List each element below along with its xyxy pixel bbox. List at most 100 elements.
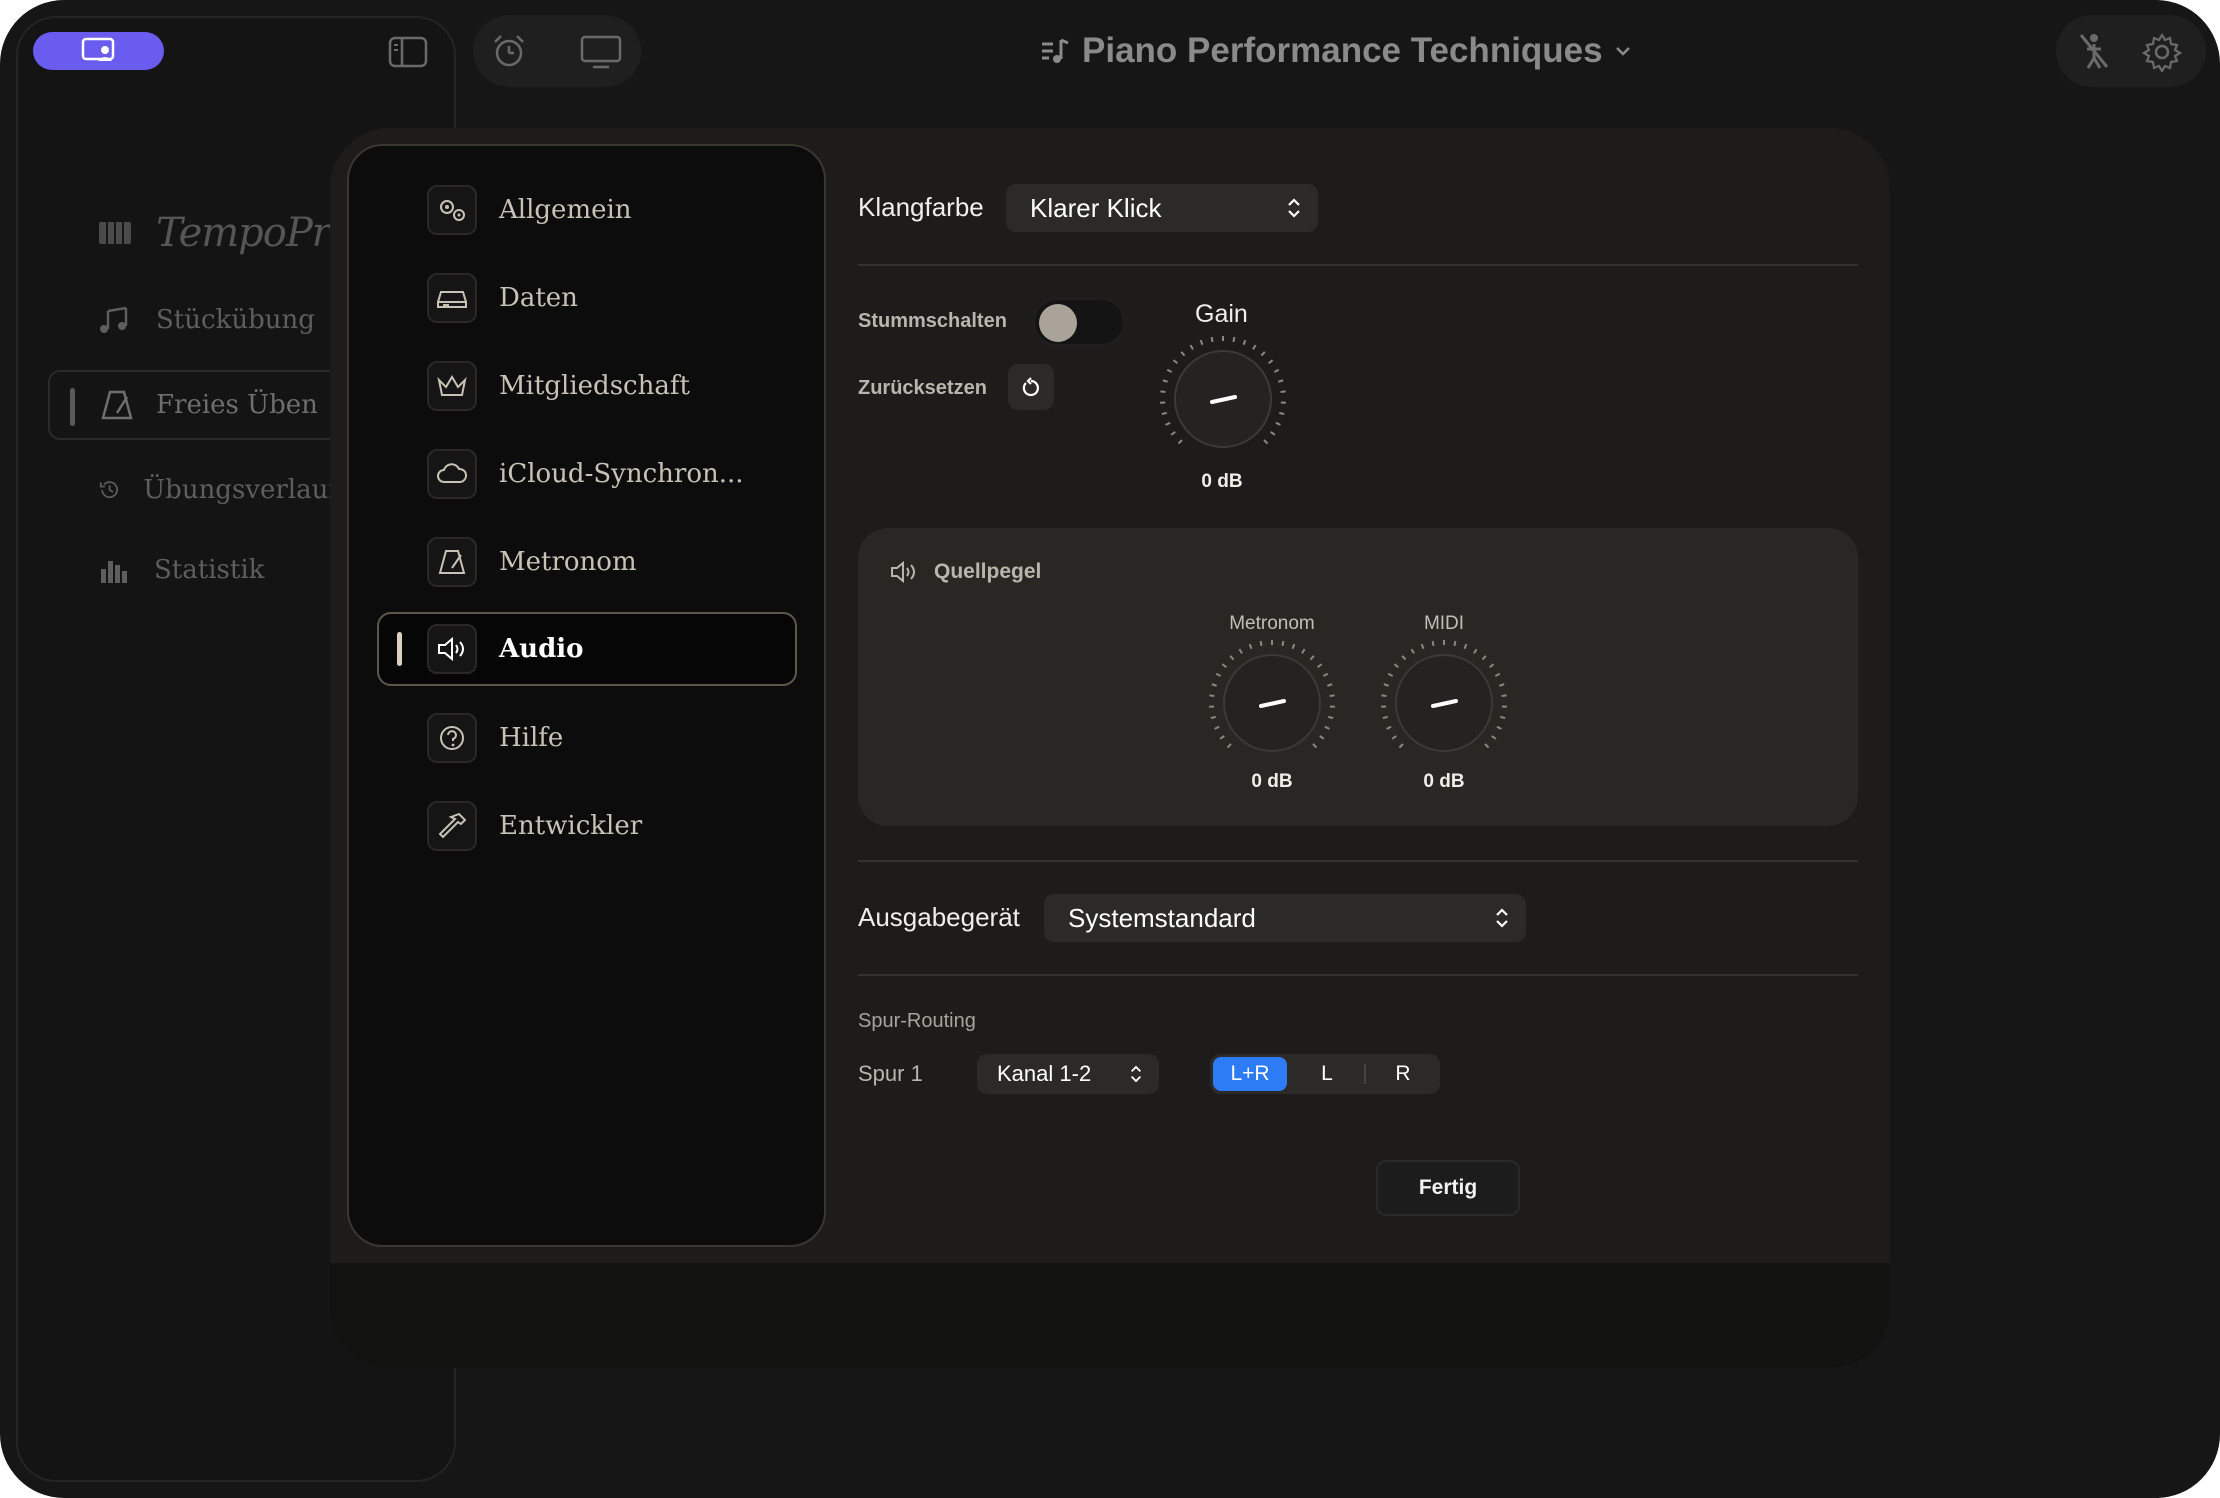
output-device-label: Ausgabegerät xyxy=(858,902,1020,932)
figure-slash-icon xyxy=(2079,34,2109,69)
divider xyxy=(858,860,1858,862)
gears-icon xyxy=(427,185,477,235)
metronome-level-value: 0 dB xyxy=(1251,771,1293,792)
midi-level-value: 0 dB xyxy=(1423,771,1465,792)
active-indicator xyxy=(70,388,75,426)
channel-select[interactable]: Kanal 1-2 xyxy=(977,1054,1159,1094)
divider xyxy=(858,264,1858,266)
active-indicator xyxy=(397,632,402,666)
bar-chart-icon xyxy=(101,561,127,583)
focus-mode-button[interactable] xyxy=(2074,30,2114,72)
profile-display-button[interactable] xyxy=(33,32,164,70)
music-notes-icon xyxy=(100,306,128,333)
midi-level-label: MIDI xyxy=(1423,613,1465,634)
nav-item-label: Audio xyxy=(499,634,584,664)
nav-item-label: Allgemein xyxy=(499,195,632,225)
sidebar-item-label: Stückübung xyxy=(156,305,315,335)
app-window: Piano Performance Techniques TempoPro St… xyxy=(0,0,2220,1498)
alarm-button[interactable] xyxy=(488,30,530,72)
segment-separator xyxy=(1364,1064,1366,1084)
sidebar-item-label: Übungsverlauf xyxy=(143,475,338,505)
nav-item-label: Hilfe xyxy=(499,723,564,753)
nav-item-help[interactable]: Hilfe xyxy=(379,702,795,774)
chevron-updown-icon xyxy=(1130,1065,1142,1083)
reset-label: Zurücksetzen xyxy=(858,377,987,399)
mute-label: Stummschalten xyxy=(858,310,1007,332)
gain-value: 0 dB xyxy=(1201,471,1243,492)
nav-item-label: Metronom xyxy=(499,547,637,577)
nav-item-general[interactable]: Allgemein xyxy=(379,174,795,246)
sidebar-icon xyxy=(388,36,428,68)
knob-dial-icon xyxy=(1209,640,1335,752)
routing-option-l[interactable]: L xyxy=(1292,1057,1362,1091)
page-title: Piano Performance Techniques xyxy=(1082,31,1603,70)
nav-item-icloud[interactable]: iCloud-Synchron... xyxy=(379,438,795,510)
nav-item-audio[interactable]: Audio xyxy=(377,612,797,686)
drive-icon xyxy=(427,273,477,323)
metronome-level-label: Metronom xyxy=(1229,613,1315,634)
speaker-icon xyxy=(427,624,477,674)
track-label: Spur 1 xyxy=(858,1061,923,1086)
reset-icon xyxy=(1022,377,1039,397)
modal-footer xyxy=(330,1263,1890,1368)
gain-knob[interactable] xyxy=(1158,334,1288,464)
source-levels-title: Quellpegel xyxy=(934,560,1042,583)
output-device-value: Systemstandard xyxy=(1068,902,1256,933)
timbre-value: Klarer Klick xyxy=(1030,192,1162,223)
timbre-label: Klangfarbe xyxy=(858,192,984,222)
sidebar-item-free-practice[interactable]: Freies Üben xyxy=(48,370,338,440)
chevron-updown-icon xyxy=(1288,198,1300,218)
crown-icon xyxy=(427,361,477,411)
metronome-level-knob[interactable] xyxy=(1207,638,1337,768)
gear-icon xyxy=(2142,32,2182,72)
sidebar-item-statistics[interactable]: Statistik xyxy=(48,535,338,605)
speaker-icon xyxy=(891,561,915,583)
output-device-select[interactable]: Systemstandard xyxy=(1044,894,1526,942)
routing-option-r[interactable]: R xyxy=(1368,1057,1438,1091)
nav-item-label: Mitgliedschaft xyxy=(499,371,690,401)
display-user-icon xyxy=(81,37,114,61)
mute-toggle[interactable] xyxy=(1033,298,1125,346)
settings-nav: Allgemein Daten Mitgliedschaft iCloud-Sy… xyxy=(347,144,826,1247)
timbre-select[interactable]: Klarer Klick xyxy=(1006,184,1318,232)
sidebar-toggle-button[interactable] xyxy=(386,34,430,70)
done-button[interactable]: Fertig xyxy=(1376,1160,1520,1216)
gain-label: Gain xyxy=(1195,300,1248,328)
toggle-knob xyxy=(1039,304,1077,342)
midi-level-knob[interactable] xyxy=(1379,638,1509,768)
knob-dial-icon xyxy=(1160,336,1286,448)
knob-dial-icon xyxy=(1381,640,1507,752)
piano-keys-icon xyxy=(99,222,131,244)
divider xyxy=(858,974,1858,976)
nav-item-developer[interactable]: Entwickler xyxy=(379,790,795,862)
metronome-icon xyxy=(427,537,477,587)
reset-button[interactable] xyxy=(1008,364,1054,410)
chevron-down-icon xyxy=(1615,47,1630,56)
routing-option-lr[interactable]: L+R xyxy=(1213,1057,1287,1091)
metronome-icon xyxy=(101,390,133,420)
help-icon xyxy=(427,713,477,763)
source-levels-header: Quellpegel xyxy=(890,560,1041,584)
sidebar-item-history[interactable]: Übungsverlauf xyxy=(48,455,338,525)
music-list-icon xyxy=(1042,38,1069,63)
monitor-icon xyxy=(580,35,622,69)
piece-title-menu[interactable]: Piano Performance Techniques xyxy=(1040,26,1631,76)
hammer-icon xyxy=(427,801,477,851)
routing-segmented-control: L+R L R xyxy=(1210,1054,1440,1094)
settings-button[interactable] xyxy=(2140,30,2184,74)
brand: TempoPro xyxy=(98,210,354,256)
brand-name: TempoPro xyxy=(156,210,354,256)
channel-value: Kanal 1-2 xyxy=(997,1061,1092,1086)
nav-item-data[interactable]: Daten xyxy=(379,262,795,334)
alarm-clock-icon xyxy=(494,35,524,67)
chevron-updown-icon xyxy=(1496,908,1508,928)
display-button[interactable] xyxy=(578,32,624,72)
nav-item-membership[interactable]: Mitgliedschaft xyxy=(379,350,795,422)
sidebar-item-piece-practice[interactable]: Stückübung xyxy=(48,285,338,355)
nav-item-metronome[interactable]: Metronom xyxy=(379,526,795,598)
sidebar-item-label: Statistik xyxy=(154,555,265,585)
cloud-icon xyxy=(427,449,477,499)
nav-item-label: Entwickler xyxy=(499,811,643,841)
sidebar-item-label: Freies Üben xyxy=(156,390,318,420)
track-routing-title: Spur-Routing xyxy=(858,1010,976,1032)
